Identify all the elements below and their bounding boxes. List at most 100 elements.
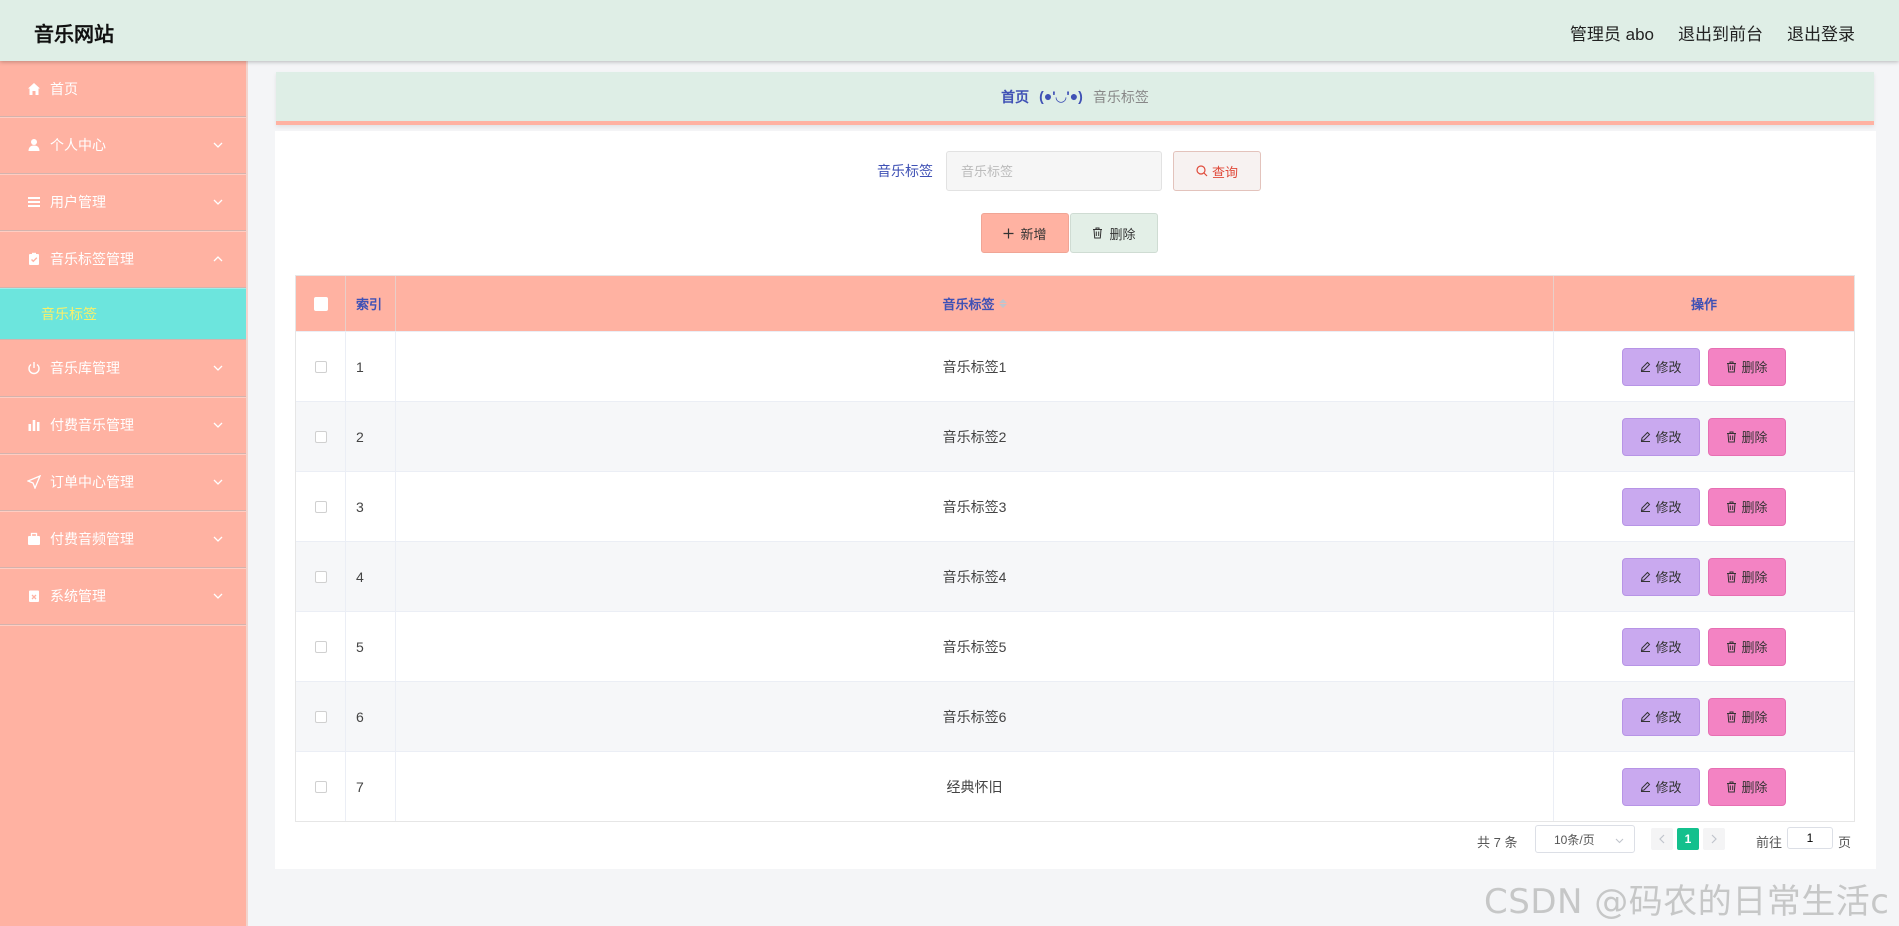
next-page-button[interactable] <box>1703 828 1725 850</box>
delete-button[interactable]: 删除 <box>1708 487 1786 526</box>
select-all-checkbox[interactable] <box>313 296 328 311</box>
edit-button[interactable]: 修改 <box>1622 627 1700 666</box>
clipboard-check-icon <box>26 251 42 267</box>
row-checkbox[interactable] <box>314 710 327 723</box>
exit-to-front-link[interactable]: 退出到前台 <box>1678 20 1763 45</box>
edit-button-label: 修改 <box>1655 780 1682 795</box>
edit-icon <box>1641 641 1651 652</box>
edit-button[interactable]: 修改 <box>1622 557 1700 596</box>
trash-icon <box>1727 501 1737 512</box>
table-row: 5 音乐标签5 修改 删除 <box>296 611 1854 681</box>
edit-button[interactable]: 修改 <box>1622 347 1700 386</box>
edit-icon <box>1641 501 1651 512</box>
sort-icon[interactable] <box>998 299 1007 308</box>
sidebar-item-label: 系统管理 <box>50 588 106 604</box>
delete-button-label: 删除 <box>1741 710 1768 725</box>
row-actions: 修改 删除 <box>1554 402 1854 471</box>
sidebar-item-home[interactable]: 首页 <box>0 61 246 117</box>
sidebar-item-profile[interactable]: 个人中心 <box>0 117 246 174</box>
goto-page-input[interactable] <box>1787 827 1833 849</box>
sidebar-item-label: 付费音乐管理 <box>50 417 134 433</box>
page-size-select[interactable]: 10条/页 <box>1535 825 1635 853</box>
row-check-cell <box>296 542 346 611</box>
sidebar-item-paid-audio[interactable]: 付费音频管理 <box>0 511 246 568</box>
row-checkbox[interactable] <box>314 500 327 513</box>
batch-delete-button[interactable]: 删除 <box>1070 213 1158 253</box>
sidebar-item-label: 订单中心管理 <box>50 474 134 490</box>
row-actions: 修改 删除 <box>1554 752 1854 821</box>
row-checkbox[interactable] <box>314 640 327 653</box>
sidebar-item-label: 个人中心 <box>50 137 106 153</box>
add-button[interactable]: 新增 <box>981 213 1069 253</box>
top-header: 音乐网站 管理员 abo 退出到前台 退出登录 <box>0 0 1899 61</box>
chevron-down-icon <box>213 199 223 205</box>
sidebar-item-label: 音乐标签管理 <box>50 251 134 267</box>
delete-button-label: 删除 <box>1741 500 1768 515</box>
row-tag: 音乐标签1 <box>396 332 1554 401</box>
sidebar-item-music-library[interactable]: 音乐库管理 <box>0 340 246 397</box>
edit-button[interactable]: 修改 <box>1622 767 1700 806</box>
row-index: 7 <box>346 752 396 821</box>
list-icon <box>26 194 42 210</box>
table-row: 4 音乐标签4 修改 删除 <box>296 541 1854 611</box>
sidebar-subitem-music-tag[interactable]: 音乐标签 <box>0 288 246 340</box>
row-index: 2 <box>346 402 396 471</box>
edit-button[interactable]: 修改 <box>1622 487 1700 526</box>
sidebar-item-users[interactable]: 用户管理 <box>0 174 246 231</box>
row-index: 1 <box>346 332 396 401</box>
row-actions: 修改 删除 <box>1554 682 1854 751</box>
query-button-label: 查询 <box>1211 164 1238 180</box>
row-checkbox[interactable] <box>314 430 327 443</box>
trash-icon <box>1727 361 1737 372</box>
edit-button[interactable]: 修改 <box>1622 697 1700 736</box>
search-input[interactable] <box>946 151 1162 191</box>
edit-icon <box>1641 361 1651 372</box>
plus-icon <box>1003 228 1014 238</box>
page-size-value: 10条/页 <box>1554 832 1595 847</box>
row-actions: 修改 删除 <box>1554 472 1854 541</box>
page-number-current[interactable]: 1 <box>1677 828 1699 850</box>
admin-user-label[interactable]: 管理员 abo <box>1570 20 1654 45</box>
edit-icon <box>1641 781 1651 792</box>
row-checkbox[interactable] <box>314 570 327 583</box>
sidebar-item-orders[interactable]: 订单中心管理 <box>0 454 246 511</box>
row-checkbox[interactable] <box>314 360 327 373</box>
pagination: 共 7 条 10条/页 1 前往 页 <box>275 824 1876 854</box>
row-checkbox[interactable] <box>314 780 327 793</box>
row-check-cell <box>296 682 346 751</box>
sidebar-item-system[interactable]: 系统管理 <box>0 568 246 625</box>
chevron-left-icon <box>1659 834 1665 844</box>
delete-button[interactable]: 删除 <box>1708 697 1786 736</box>
delete-button[interactable]: 删除 <box>1708 767 1786 806</box>
trash-icon <box>1727 431 1737 442</box>
delete-button[interactable]: 删除 <box>1708 417 1786 456</box>
table-body: 1 音乐标签1 修改 删除 2 音乐标签2 修改 删除 3 音乐标签3 修改 删除 4 音乐标签4 修改 删除… <box>296 331 1854 821</box>
power-icon <box>26 360 42 376</box>
delete-button[interactable]: 删除 <box>1708 557 1786 596</box>
row-check-cell <box>296 402 346 471</box>
row-tag: 音乐标签5 <box>396 612 1554 681</box>
logout-link[interactable]: 退出登录 <box>1787 20 1855 45</box>
edit-button[interactable]: 修改 <box>1622 417 1700 456</box>
sidebar-item-label: 付费音频管理 <box>50 531 134 547</box>
sidebar: 首页 个人中心 用户管理 音乐标签管理 音乐标签 音乐库管理 付费音乐管理 订单… <box>0 61 248 926</box>
column-header-tag-label: 音乐标签 <box>942 297 995 312</box>
query-button[interactable]: 查询 <box>1173 151 1261 191</box>
sidebar-item-music-tag-management[interactable]: 音乐标签管理 <box>0 231 246 288</box>
row-check-cell <box>296 332 346 401</box>
chevron-down-icon <box>213 142 223 148</box>
delete-button[interactable]: 删除 <box>1708 347 1786 386</box>
sidebar-item-paid-music[interactable]: 付费音乐管理 <box>0 397 246 454</box>
page-suffix: 页 <box>1838 835 1852 850</box>
breadcrumb-home[interactable]: 首页 <box>1001 87 1029 107</box>
trash-icon <box>1727 711 1737 722</box>
table-header: 索引 音乐标签 操作 <box>296 276 1854 331</box>
prev-page-button[interactable] <box>1651 828 1673 850</box>
chevron-down-icon <box>213 365 223 371</box>
edit-button-label: 修改 <box>1655 640 1682 655</box>
delete-button[interactable]: 删除 <box>1708 627 1786 666</box>
pagination-total: 共 7 条 <box>1477 835 1518 850</box>
column-header-tag[interactable]: 音乐标签 <box>396 276 1554 331</box>
row-tag: 音乐标签4 <box>396 542 1554 611</box>
bar-chart-icon <box>26 417 42 433</box>
